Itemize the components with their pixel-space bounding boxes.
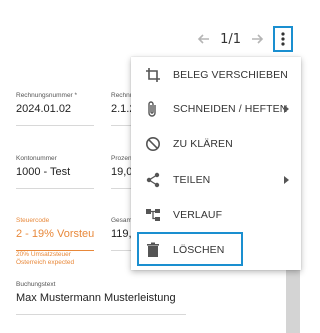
total-value: 119,0 [111,228,131,240]
tax-warning-text: 20% Umsatzsteuer Österreich expected [16,251,75,266]
share-icon [144,171,162,189]
menu-item-share[interactable]: TEILEN [131,163,301,197]
field-underline [16,125,94,126]
field-underline [16,188,94,189]
account-number-label: Kontonummer [16,155,57,162]
menu-item-label: BELEG VERSCHIEBEN [173,69,288,81]
invoice-date-field[interactable]: Rechnu 2.1.2 [111,92,134,126]
tax-code-value: 2 - 19% Vorsteu [16,228,94,240]
history-tree-icon [144,206,162,224]
booking-text-field[interactable]: Buchungstext Max Mustermann Musterleistu… [16,281,186,315]
menu-item-cut-staple[interactable]: SCHNEIDEN / HEFTEN [131,92,301,126]
invoice-date-label: Rechnu [111,92,134,99]
invoice-number-value: 2024.01.02 [16,103,72,115]
field-underline [111,125,131,126]
more-vertical-icon [281,32,285,46]
menu-item-to-clarify[interactable]: ZU KLÄREN [131,127,301,161]
trash-icon [144,241,162,259]
menu-item-label: TEILEN [173,174,211,186]
scrollbar[interactable] [286,262,300,333]
total-field[interactable]: Gesam 119,0 [111,217,132,251]
arrow-right-icon [252,34,264,44]
invoice-number-field[interactable]: Rechnungsnummer * 2024.01.02 [16,92,94,126]
menu-item-label: SCHNEIDEN / HEFTEN [173,103,288,115]
account-number-field[interactable]: Kontonummer 1000 - Test [16,155,94,189]
account-number-value: 1000 - Test [16,166,71,178]
field-underline [111,188,131,189]
field-underline [111,250,131,251]
menu-item-delete[interactable]: LÖSCHEN [131,233,301,267]
paperclip-icon [144,100,162,118]
booking-text-value: Max Mustermann Musterleistung [16,292,176,304]
menu-item-label: LÖSCHEN [173,244,225,256]
field-underline [16,314,186,315]
menu-item-label: ZU KLÄREN [173,138,233,150]
crop-icon [144,66,162,84]
page-counter: 1/1 [220,31,241,47]
tax-code-field[interactable]: Steuercode 2 - 19% Vorsteu [16,217,94,251]
tax-code-label: Steuercode [16,217,50,224]
arrow-left-icon [197,34,210,44]
next-document-button[interactable] [247,29,267,49]
booking-text-label: Buchungstext [16,281,56,288]
menu-item-move-document[interactable]: BELEG VERSCHIEBEN [131,58,301,92]
previous-document-button[interactable] [194,29,214,49]
percent-label: Prozen [111,155,132,162]
percent-field[interactable]: Prozen 19,00 [111,155,132,189]
percent-value: 19,00 [111,166,131,178]
document-navigation: 1/1 [194,26,293,52]
options-menu: BELEG VERSCHIEBEN SCHNEIDEN / HEFTEN ZU … [131,57,301,270]
menu-item-history[interactable]: VERLAUF [131,198,301,232]
total-label: Gesam [111,217,132,224]
invoice-date-value: 2.1.2 [111,103,131,115]
submenu-arrow-icon [284,176,289,184]
invoice-number-label: Rechnungsnummer * [16,92,78,99]
more-options-button[interactable] [273,26,293,52]
menu-item-label: VERLAUF [173,209,223,221]
block-icon [144,135,162,153]
submenu-arrow-icon [284,105,289,113]
